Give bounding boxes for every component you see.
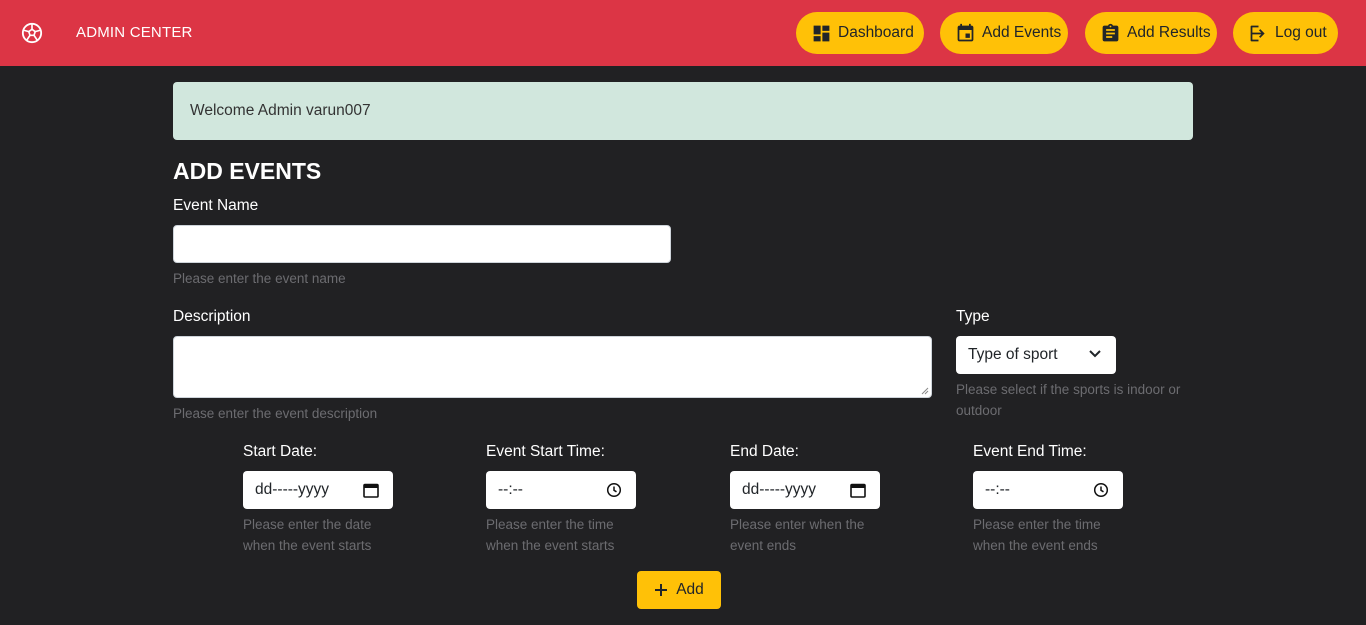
- dashboard-button[interactable]: Dashboard: [796, 12, 924, 54]
- add-button[interactable]: Add: [637, 571, 721, 609]
- add-events-button[interactable]: Add Events: [940, 12, 1068, 54]
- description-help: Please enter the event description: [173, 406, 378, 421]
- add-results-button-label: Add Results: [1127, 24, 1211, 41]
- end-time-placeholder: --:--: [985, 481, 1010, 498]
- logout-button-label: Log out: [1275, 24, 1327, 41]
- end-date-label: End Date:: [730, 443, 799, 460]
- start-date-label: Start Date:: [243, 443, 318, 460]
- chevron-down-icon: [1089, 350, 1101, 358]
- clock-icon[interactable]: [1093, 482, 1109, 498]
- start-date-help-line1: Please enter the date: [243, 517, 372, 532]
- logout-icon: [1250, 25, 1265, 41]
- soccer-ball-icon[interactable]: [21, 22, 43, 44]
- end-time-help-line2: when the event ends: [973, 538, 1098, 553]
- add-button-label: Add: [676, 581, 704, 598]
- start-time-placeholder: --:--: [498, 481, 523, 498]
- logout-button[interactable]: Log out: [1233, 12, 1338, 54]
- start-date-input[interactable]: dd-----yyyy: [243, 471, 393, 509]
- end-time-label: Event End Time:: [973, 443, 1087, 460]
- type-select[interactable]: Type of sport: [956, 336, 1116, 374]
- add-results-button[interactable]: Add Results: [1085, 12, 1217, 54]
- resize-handle-icon[interactable]: [921, 387, 929, 395]
- type-label: Type: [956, 308, 990, 325]
- end-date-help-line2: event ends: [730, 538, 797, 553]
- description-label: Description: [173, 308, 251, 325]
- end-date-input[interactable]: dd-----yyyy: [730, 471, 880, 509]
- start-date-placeholder: dd-----yyyy: [255, 481, 330, 498]
- welcome-alert: Welcome Admin varun007: [173, 82, 1193, 140]
- event-name-label: Event Name: [173, 197, 259, 214]
- end-date-placeholder: dd-----yyyy: [742, 481, 817, 498]
- page-title: ADD EVENTS: [173, 158, 322, 184]
- start-date-help-line2: when the event starts: [243, 538, 372, 553]
- start-time-help-line1: Please enter the time: [486, 517, 614, 532]
- description-textarea[interactable]: [173, 336, 932, 398]
- brand-title[interactable]: ADMIN CENTER: [76, 24, 193, 41]
- type-help-line2: outdoor: [956, 403, 1002, 418]
- add-events-button-label: Add Events: [982, 24, 1062, 41]
- end-time-input[interactable]: --:--: [973, 471, 1123, 509]
- top-navbar: ADMIN CENTER Dashboard Add Events Add Re…: [0, 0, 1366, 66]
- welcome-alert-text: Welcome Admin varun007: [190, 102, 371, 119]
- dashboard-icon: [813, 25, 830, 41]
- type-select-value: Type of sport: [968, 346, 1058, 363]
- start-time-label: Event Start Time:: [486, 443, 605, 460]
- type-help-line1: Please select if the sports is indoor or: [956, 382, 1181, 397]
- end-date-help-line1: Please enter when the: [730, 517, 865, 532]
- clock-icon[interactable]: [606, 482, 622, 498]
- dashboard-button-label: Dashboard: [838, 24, 914, 41]
- calendar-icon[interactable]: [363, 482, 379, 498]
- calendar-icon[interactable]: [850, 482, 866, 498]
- event-name-help: Please enter the event name: [173, 271, 346, 286]
- start-time-help-line2: when the event starts: [486, 538, 615, 553]
- event-name-input[interactable]: [173, 225, 671, 263]
- calendar-icon: [957, 23, 974, 41]
- clipboard-icon: [1102, 23, 1119, 41]
- end-time-help-line1: Please enter the time: [973, 517, 1101, 532]
- start-time-input[interactable]: --:--: [486, 471, 636, 509]
- plus-icon: [655, 584, 668, 596]
